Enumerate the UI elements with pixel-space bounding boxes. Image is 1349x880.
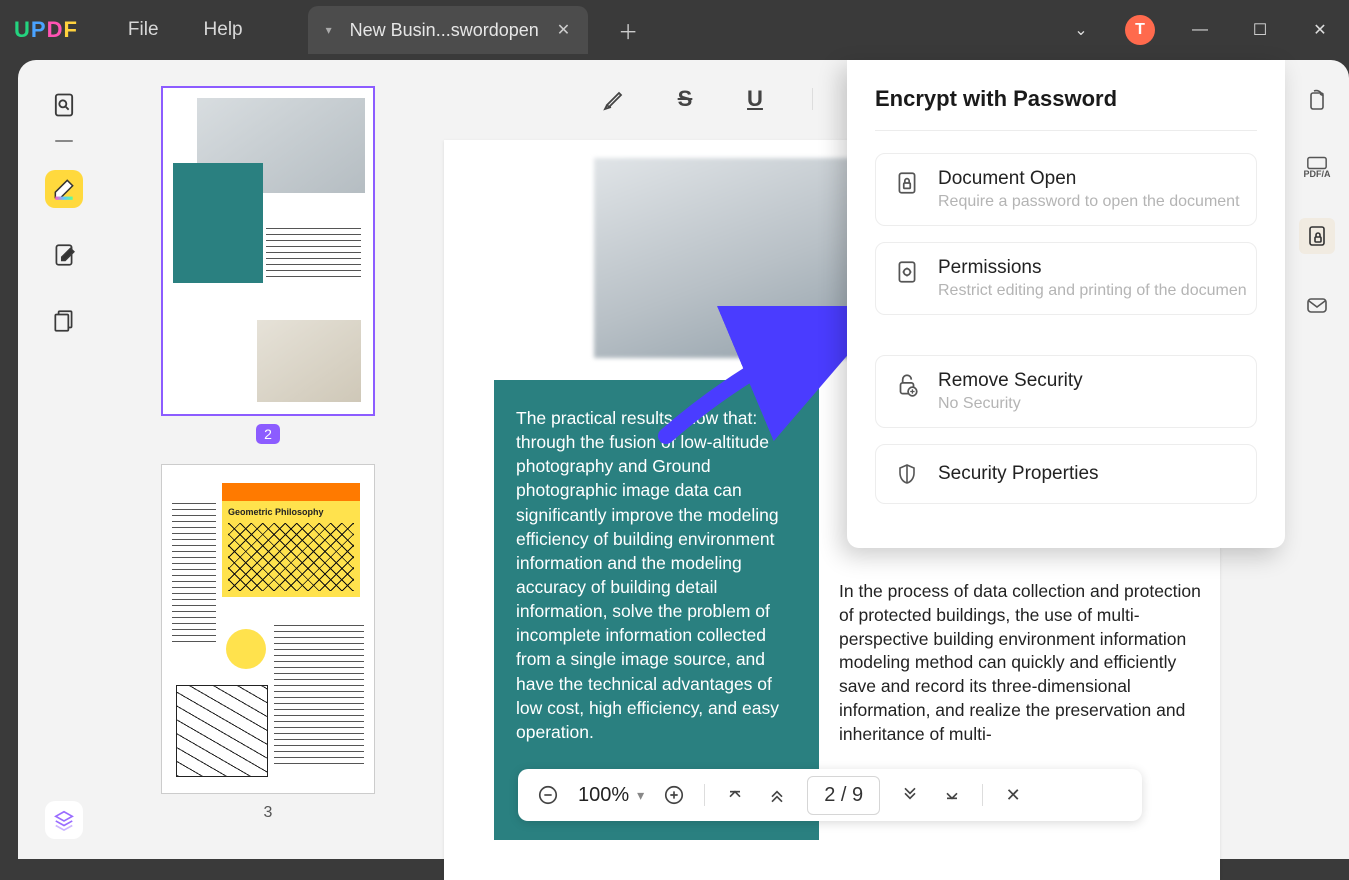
document-open-option[interactable]: Document Open Require a password to open… bbox=[875, 153, 1257, 226]
option-desc: No Security bbox=[938, 395, 1083, 413]
page-controls: 100%▾ 2 / 9 ✕ bbox=[518, 769, 1142, 821]
option-title: Permissions bbox=[938, 257, 1247, 279]
remove-security-option[interactable]: Remove Security No Security bbox=[875, 355, 1257, 428]
left-tool-rail bbox=[18, 60, 110, 859]
highlight-tool-icon[interactable] bbox=[602, 86, 628, 112]
pages-icon[interactable] bbox=[45, 302, 83, 340]
zoom-level[interactable]: 100%▾ bbox=[578, 784, 644, 807]
permissions-option[interactable]: Permissions Restrict editing and printin… bbox=[875, 242, 1257, 315]
page-number-input[interactable]: 2 / 9 bbox=[807, 776, 880, 815]
search-page-icon[interactable] bbox=[45, 86, 83, 124]
menu-help[interactable]: Help bbox=[204, 19, 243, 41]
strikethrough-tool-icon[interactable]: S bbox=[672, 86, 698, 112]
panel-title: Encrypt with Password bbox=[875, 86, 1257, 131]
shield-icon bbox=[892, 459, 922, 489]
close-controls-icon[interactable]: ✕ bbox=[1001, 783, 1025, 807]
window-close-icon[interactable]: ✕ bbox=[1305, 20, 1335, 40]
thumbnail-label: 2 bbox=[161, 426, 375, 444]
thumbnail-page-3[interactable]: Geometric Philosophy bbox=[161, 464, 375, 794]
rotate-icon[interactable] bbox=[1302, 86, 1332, 116]
document-pane: S U The practical results show that: thr… bbox=[426, 60, 1285, 859]
control-sep bbox=[982, 784, 983, 806]
last-page-icon[interactable] bbox=[940, 783, 964, 807]
menu-file[interactable]: File bbox=[128, 19, 159, 41]
control-sep bbox=[704, 784, 705, 806]
annotation-toolbar: S U bbox=[602, 86, 813, 112]
first-page-icon[interactable] bbox=[723, 783, 747, 807]
thumbnail-label: 3 bbox=[161, 804, 375, 822]
layers-icon[interactable] bbox=[45, 801, 83, 839]
document-body-text: In the process of data collection and pr… bbox=[839, 580, 1209, 747]
underline-tool-icon[interactable]: U bbox=[742, 86, 768, 112]
thumbnail-page-2[interactable] bbox=[161, 86, 375, 416]
window-maximize-icon[interactable]: ☐ bbox=[1245, 20, 1275, 40]
prev-page-icon[interactable] bbox=[765, 783, 789, 807]
document-tab[interactable]: ▾ New Busin...swordopen ✕ bbox=[308, 6, 589, 54]
option-desc: Restrict editing and printing of the doc… bbox=[938, 282, 1247, 300]
edit-page-icon[interactable] bbox=[45, 236, 83, 274]
pdfa-icon[interactable]: PDF/A bbox=[1302, 152, 1332, 182]
option-title: Remove Security bbox=[938, 370, 1083, 392]
tab-dropdown-icon[interactable]: ▾ bbox=[326, 23, 332, 37]
window-minimize-icon[interactable]: — bbox=[1185, 21, 1215, 39]
rail-divider bbox=[55, 140, 73, 142]
next-page-icon[interactable] bbox=[898, 783, 922, 807]
right-tool-rail: PDF/A bbox=[1285, 60, 1349, 859]
security-properties-option[interactable]: Security Properties bbox=[875, 444, 1257, 504]
highlighter-tool-icon[interactable] bbox=[45, 170, 83, 208]
encrypt-password-panel: Encrypt with Password Document Open Requ… bbox=[847, 60, 1285, 548]
tab-close-icon[interactable]: ✕ bbox=[557, 20, 570, 40]
mail-icon[interactable] bbox=[1302, 290, 1332, 320]
lock-page-icon bbox=[892, 168, 922, 198]
option-desc: Require a password to open the document bbox=[938, 193, 1240, 211]
option-title: Document Open bbox=[938, 168, 1240, 190]
secure-page-icon[interactable] bbox=[1299, 218, 1335, 254]
option-title: Security Properties bbox=[938, 463, 1099, 485]
permissions-page-icon bbox=[892, 257, 922, 287]
unlock-icon bbox=[892, 370, 922, 400]
zoom-out-icon[interactable] bbox=[536, 783, 560, 807]
titlebar-dropdown-icon[interactable]: ⌄ bbox=[1067, 20, 1095, 40]
user-avatar[interactable]: T bbox=[1125, 15, 1155, 45]
new-tab-button[interactable]: ＋ bbox=[618, 16, 638, 45]
thumbnail-panel: 2 Geometric Philosophy 3 bbox=[110, 60, 426, 859]
toolbar-divider bbox=[812, 88, 813, 110]
zoom-in-icon[interactable] bbox=[662, 783, 686, 807]
app-logo: UPDF bbox=[14, 17, 78, 43]
tab-title: New Busin...swordopen bbox=[350, 20, 539, 41]
